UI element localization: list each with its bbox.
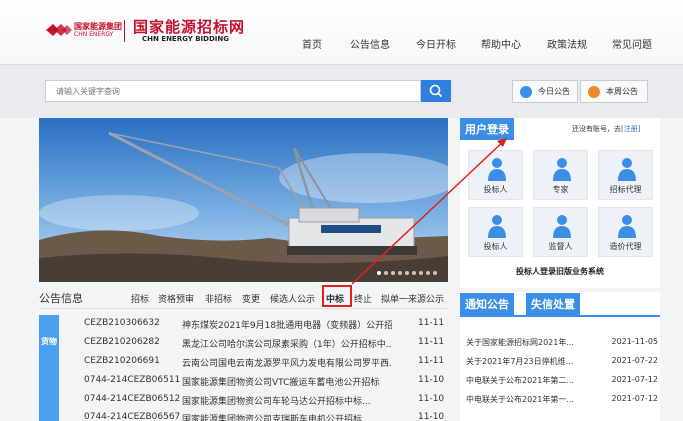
annotation-arrow bbox=[351, 137, 508, 285]
